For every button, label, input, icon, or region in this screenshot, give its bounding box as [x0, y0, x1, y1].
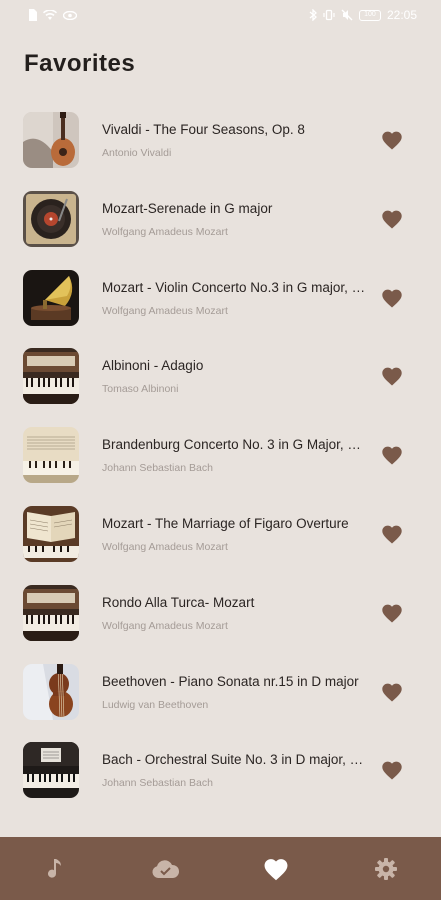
nav-heart[interactable] — [246, 837, 306, 900]
status-left — [28, 9, 77, 21]
heart-icon — [263, 857, 289, 881]
status-bar: 100 22:05 — [0, 0, 441, 30]
cloud-icon — [150, 859, 180, 879]
album-art — [23, 584, 79, 641]
album-art — [23, 505, 79, 562]
favorite-heart-icon[interactable] — [381, 682, 403, 702]
album-art — [23, 742, 79, 799]
status-time: 22:05 — [386, 8, 417, 22]
song-artist: Ludwig van Beethoven — [102, 698, 209, 711]
list-item[interactable]: Mozart - The Marriage of Figaro Overture… — [0, 496, 441, 575]
song-artist: Tomaso Albinoni — [102, 383, 179, 396]
song-texts: Beethoven - Piano Sonata nr.15 in D majo… — [102, 673, 366, 712]
sim-icon — [28, 9, 37, 21]
album-art — [23, 663, 79, 720]
song-texts: Mozart-Serenade in G major Wolfgang Amad… — [102, 200, 366, 239]
song-artist: Antonio Vivaldi — [102, 147, 172, 159]
favorite-heart-icon[interactable] — [381, 603, 403, 623]
song-artist: Wolfgang Amadeus Mozart — [102, 540, 228, 553]
song-title: Albinoni - Adagio — [102, 358, 204, 374]
song-texts: Vivaldi - The Four Seasons, Op. 8 Antoni… — [102, 121, 366, 160]
favorite-heart-icon[interactable] — [381, 130, 403, 150]
song-title: Mozart - The Marriage of Figaro Overture — [102, 515, 349, 531]
favorite-heart-icon[interactable] — [381, 209, 403, 229]
album-art — [23, 112, 79, 168]
song-artist: Wolfgang Amadeus Mozart — [102, 619, 228, 632]
song-artist: Johann Sebastian Bach — [102, 777, 213, 790]
song-artist: Wolfgang Amadeus Mozart — [102, 304, 228, 317]
song-title: Bach - Orchestral Suite No. 3 in D major… — [102, 752, 366, 768]
song-title: Brandenburg Concerto No. 3 in G Major, B… — [102, 437, 366, 453]
bluetooth-icon — [309, 9, 317, 21]
bottom-nav — [0, 837, 441, 900]
eye-icon — [63, 10, 77, 20]
song-texts: Rondo Alla Turca- Mozart Wolfgang Amadeu… — [102, 594, 366, 633]
gear-icon — [374, 857, 398, 881]
song-texts: Mozart - Violin Concerto No.3 in G major… — [102, 279, 366, 318]
mute-icon — [341, 9, 353, 21]
album-art — [23, 427, 79, 484]
list-item[interactable]: Vivaldi - The Four Seasons, Op. 8 Antoni… — [0, 102, 441, 181]
song-texts: Brandenburg Concerto No. 3 in G Major, B… — [102, 436, 366, 475]
page-title: Favorites — [24, 50, 136, 77]
battery-icon: 100 — [358, 9, 381, 21]
song-texts: Albinoni - Adagio Tomaso Albinoni — [102, 357, 366, 396]
album-art — [23, 348, 79, 405]
nav-gear[interactable] — [356, 837, 416, 900]
list-item[interactable]: Brandenburg Concerto No. 3 in G Major, B… — [0, 417, 441, 496]
favorite-heart-icon[interactable] — [381, 524, 403, 544]
song-texts: Mozart - The Marriage of Figaro Overture… — [102, 515, 366, 554]
favorite-heart-icon[interactable] — [381, 760, 403, 780]
song-title: Beethoven - Piano Sonata nr.15 in D majo… — [102, 673, 359, 689]
favorite-heart-icon[interactable] — [381, 445, 403, 465]
favorite-heart-icon[interactable] — [381, 288, 403, 308]
list-item[interactable]: Beethoven - Piano Sonata nr.15 in D majo… — [0, 654, 441, 733]
nav-cloud[interactable] — [135, 837, 195, 900]
list-item[interactable]: Bach - Orchestral Suite No. 3 in D major… — [0, 732, 441, 811]
list-item[interactable]: Mozart-Serenade in G major Wolfgang Amad… — [0, 181, 441, 260]
music-note-icon — [47, 858, 63, 880]
list-item[interactable]: Mozart - Violin Concerto No.3 in G major… — [0, 260, 441, 339]
favorite-heart-icon[interactable] — [381, 366, 403, 386]
song-texts: Bach - Orchestral Suite No. 3 in D major… — [102, 751, 366, 790]
list-item[interactable]: Albinoni - Adagio Tomaso Albinoni — [0, 338, 441, 417]
vibrate-icon — [323, 9, 335, 21]
song-title: Rondo Alla Turca- Mozart — [102, 594, 255, 610]
song-artist: Johann Sebastian Bach — [102, 462, 213, 475]
wifi-icon — [43, 9, 57, 21]
song-artist: Wolfgang Amadeus Mozart — [102, 225, 228, 238]
album-art — [23, 269, 79, 326]
nav-music-note[interactable] — [25, 837, 85, 900]
list-item[interactable]: Rondo Alla Turca- Mozart Wolfgang Amadeu… — [0, 575, 441, 654]
status-right: 100 22:05 — [309, 8, 417, 22]
song-title: Mozart - Violin Concerto No.3 in G major… — [102, 279, 366, 295]
album-art — [23, 190, 79, 247]
song-title: Mozart-Serenade in G major — [102, 200, 273, 216]
song-title: Vivaldi - The Four Seasons, Op. 8 — [102, 122, 305, 137]
favorites-list: Vivaldi - The Four Seasons, Op. 8 Antoni… — [0, 102, 441, 811]
